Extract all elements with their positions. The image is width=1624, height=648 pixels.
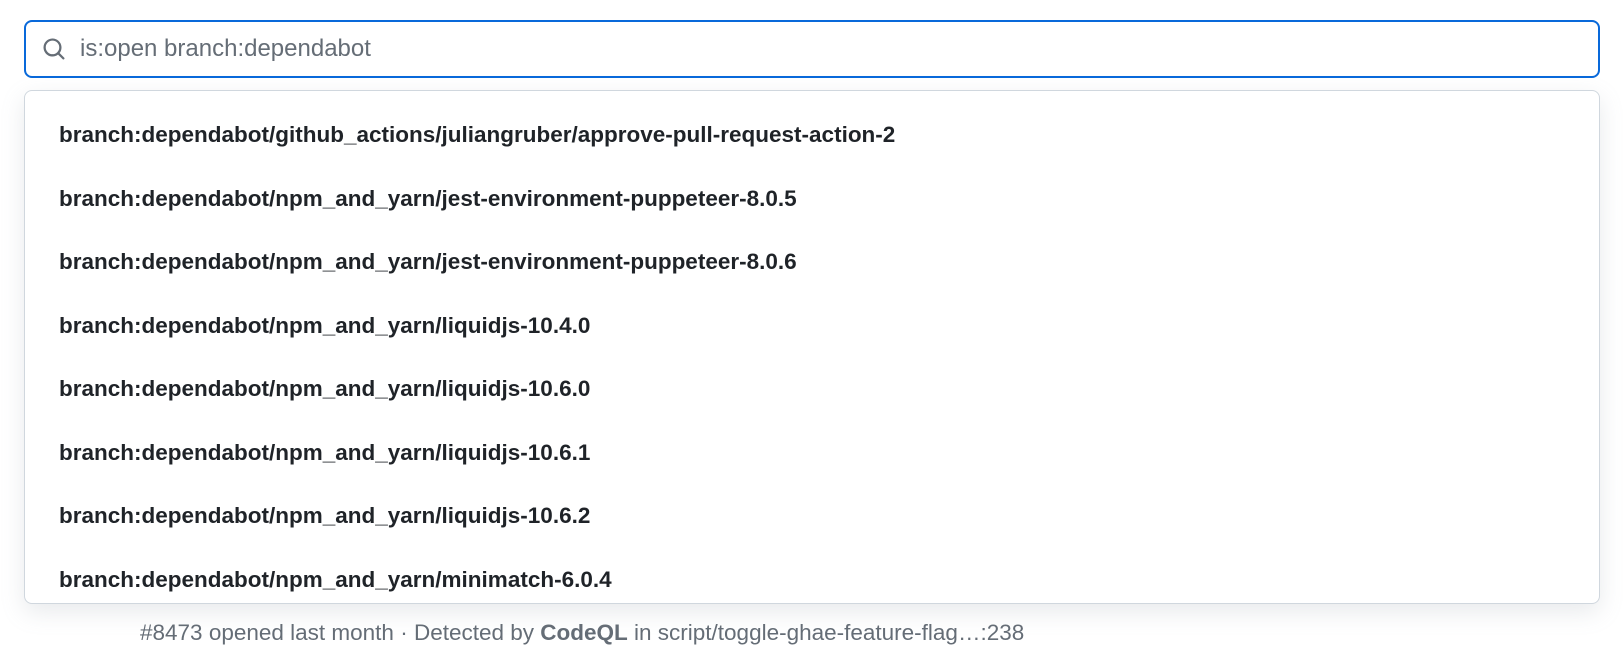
background-issue-row: #8473 opened last month · Detected by Co…	[140, 619, 1600, 648]
suggestion-item[interactable]: branch:dependabot/github_actions/juliang…	[25, 103, 1599, 167]
issue-meta-suffix: in script/toggle-ghae-feature-flag…:238	[628, 620, 1024, 645]
search-input[interactable]	[80, 35, 1582, 63]
suggestion-item[interactable]: branch:dependabot/npm_and_yarn/liquidjs-…	[25, 294, 1599, 358]
search-container: branch:dependabot/github_actions/juliang…	[24, 20, 1600, 78]
search-suggestions-dropdown: branch:dependabot/github_actions/juliang…	[24, 90, 1600, 604]
issue-meta-prefix: #8473 opened last month · Detected by	[140, 620, 540, 645]
suggestion-item[interactable]: branch:dependabot/npm_and_yarn/jest-envi…	[25, 230, 1599, 294]
suggestion-item[interactable]: branch:dependabot/npm_and_yarn/liquidjs-…	[25, 484, 1599, 548]
suggestion-item[interactable]: branch:dependabot/npm_and_yarn/jest-envi…	[25, 167, 1599, 231]
suggestion-item[interactable]: branch:dependabot/npm_and_yarn/minimatch…	[25, 548, 1599, 604]
search-input-wrapper[interactable]	[24, 20, 1600, 78]
suggestion-item[interactable]: branch:dependabot/npm_and_yarn/liquidjs-…	[25, 421, 1599, 485]
search-icon	[42, 37, 66, 61]
issue-meta-detector: CodeQL	[540, 620, 628, 645]
search-suggestions-scroll[interactable]: branch:dependabot/github_actions/juliang…	[25, 91, 1599, 603]
suggestion-item[interactable]: branch:dependabot/npm_and_yarn/liquidjs-…	[25, 357, 1599, 421]
